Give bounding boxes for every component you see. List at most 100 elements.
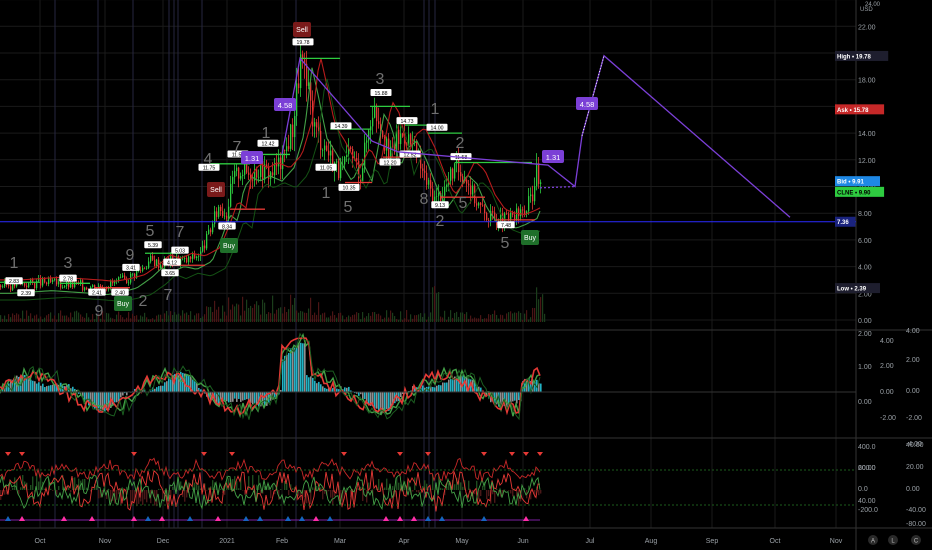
volume-bar [130, 318, 132, 322]
projection-label: 1.31 [245, 154, 260, 163]
oscillator-histogram-bar [170, 379, 172, 392]
volume-bar [306, 312, 308, 322]
candle-body [316, 122, 318, 128]
candle-body [374, 105, 376, 118]
candle-body [376, 105, 378, 122]
volume-bar [126, 317, 128, 322]
volume-bar [506, 313, 508, 322]
wave-count-label: 1 [431, 101, 440, 118]
candle-body [476, 203, 478, 206]
volume-bar [196, 313, 198, 322]
trading-chart[interactable]: 2.832.39 2.78 2.41 2.40 3.41 4.12 3.65 5.03 5.39… [0, 0, 932, 550]
axis-tick: 0.00 [880, 389, 894, 396]
volume-bar [234, 306, 236, 322]
oscillator2-histogram-bar [238, 488, 240, 490]
volume-bar [544, 313, 546, 322]
volume-bar [190, 311, 192, 322]
oscillator2-histogram-bar [96, 485, 98, 490]
candle-body [248, 172, 250, 175]
candle-body [262, 160, 264, 180]
price-label: 8.34 [222, 224, 232, 230]
x-axis-label: Nov [99, 538, 112, 545]
oscillator2-histogram-bar [518, 490, 520, 507]
oscillator2-histogram-bar [398, 482, 400, 490]
candle-body [368, 130, 370, 141]
candle-body [328, 150, 330, 156]
candle-body [218, 206, 220, 217]
volume-bar [422, 316, 424, 322]
oscillator-histogram-bar [540, 383, 542, 392]
volume-bar [58, 313, 60, 322]
candle-body [196, 256, 198, 258]
oscillator2-histogram-bar [30, 484, 32, 490]
axis-tick: -40.00 [906, 507, 926, 514]
oscillator2-histogram-bar [212, 480, 214, 490]
candle-body [320, 130, 322, 150]
oscillator-histogram-bar [26, 377, 28, 392]
x-axis-label: Jul [586, 538, 595, 545]
oscillator2-histogram-bar [386, 478, 388, 490]
wave-count-label: 2 [139, 293, 148, 310]
candle-body [394, 146, 396, 153]
price-tag: High • 19.78 [837, 54, 871, 60]
volume-bar [182, 310, 184, 322]
volume-bar [10, 317, 12, 322]
oscillator-histogram-bar [314, 380, 316, 392]
wave-count-label: 2 [456, 135, 465, 152]
oscillator-histogram-bar [32, 380, 34, 392]
oscillator-histogram-bar [308, 377, 310, 392]
volume-bar [454, 312, 456, 322]
candle-body [158, 259, 160, 268]
oscillator-histogram-bar [512, 392, 514, 402]
oscillator2-histogram-bar [186, 490, 188, 498]
candle-body [140, 270, 142, 271]
oscillator-histogram-bar [434, 387, 436, 392]
oscillator-histogram-bar [432, 386, 434, 392]
candle-body [480, 202, 482, 205]
volume-bar [220, 318, 222, 322]
axis-tick: -2.00 [880, 415, 896, 422]
axis-tick: 0.0 [858, 486, 868, 493]
wave-count-label: 5 [344, 199, 353, 216]
volume-bar [508, 312, 510, 322]
candle-body [24, 283, 26, 286]
candle-body [246, 163, 248, 173]
oscillator-histogram-bar [298, 342, 300, 392]
volume-bar [202, 316, 204, 322]
volume-bar [472, 318, 474, 322]
volume-bar [236, 303, 238, 322]
candle-body [538, 163, 540, 184]
axis-tick: 8.00 [858, 211, 872, 218]
candle-body [536, 163, 538, 187]
volume-bar [418, 314, 420, 322]
candle-body [370, 126, 372, 131]
volume-bar [514, 312, 516, 322]
volume-bar [408, 319, 410, 322]
volume-bar [310, 297, 312, 322]
volume-bar [208, 307, 210, 322]
candle-body [290, 124, 292, 149]
volume-bar [326, 317, 328, 322]
candle-body [522, 209, 524, 211]
candle-body [326, 145, 328, 151]
x-axis-label: Sep [706, 538, 719, 545]
wave-count-label: 7 [164, 287, 173, 304]
volume-bar [78, 312, 80, 322]
candle-body [286, 146, 288, 152]
oscillator-histogram-bar [436, 385, 438, 392]
volume-bar [390, 310, 392, 322]
oscillator-histogram-bar [120, 392, 122, 398]
oscillator-histogram-bar [310, 376, 312, 392]
candle-body [190, 256, 192, 259]
candle-body [146, 267, 148, 269]
volume-bar [112, 318, 114, 322]
candle-body [468, 183, 470, 186]
volume-bar [298, 312, 300, 322]
oscillator-histogram-bar [100, 392, 102, 411]
volume-bar [540, 297, 542, 322]
candle-body [258, 176, 260, 178]
oscillator2-histogram-bar [486, 490, 488, 500]
oscillator-histogram-bar [364, 392, 366, 400]
volume-bar [334, 315, 336, 322]
oscillator-histogram-bar [46, 386, 48, 392]
